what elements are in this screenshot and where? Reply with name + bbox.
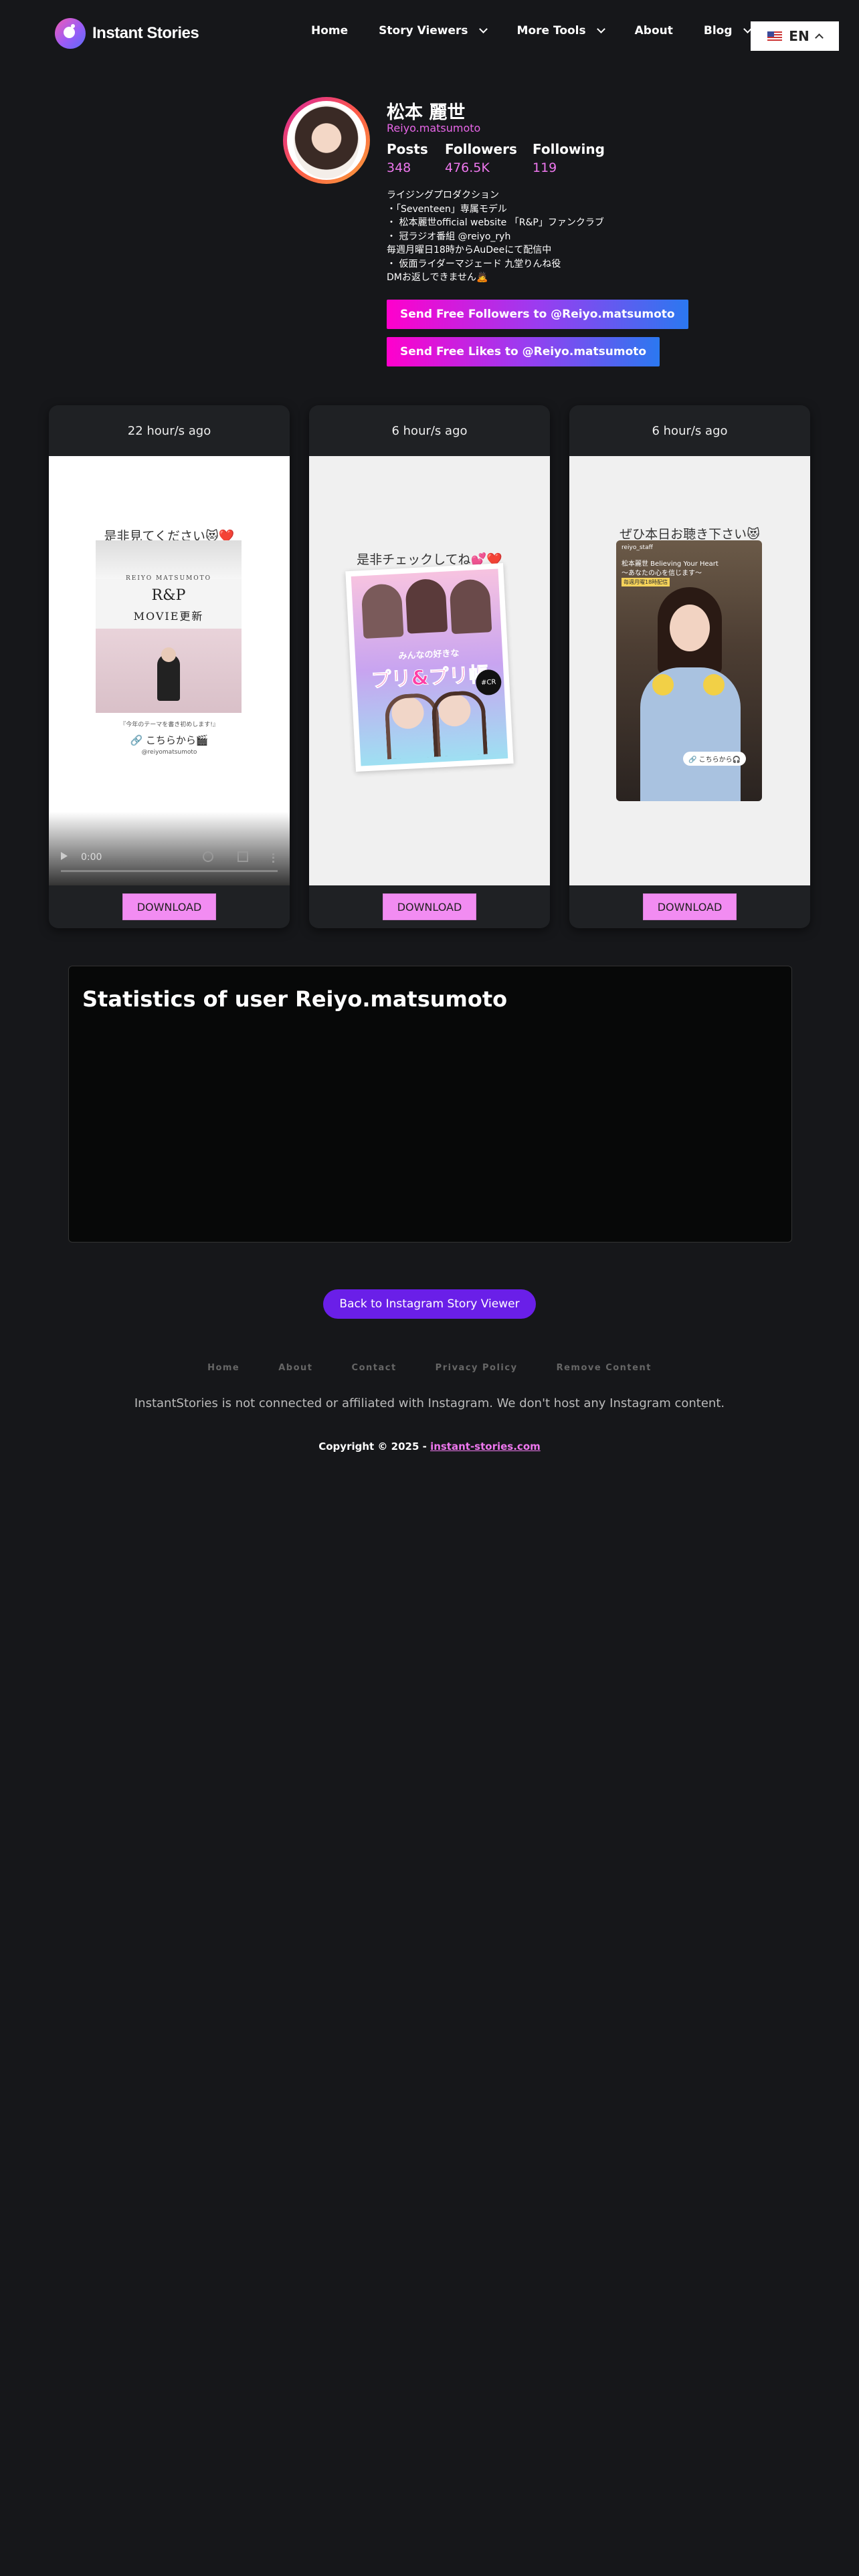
footer-link-contact[interactable]: Contact	[352, 1363, 397, 1373]
send-followers-button[interactable]: Send Free Followers to @Reiyo.matsumoto	[387, 300, 688, 329]
profile-username[interactable]: Reiyo.matsumoto	[387, 122, 480, 134]
nav-blog-label: Blog	[703, 24, 733, 37]
following-label: Following	[533, 141, 605, 157]
chevron-down-icon	[596, 25, 605, 33]
footer-nav: Home About Contact Privacy Policy Remove…	[0, 1363, 859, 1373]
send-likes-button[interactable]: Send Free Likes to @Reiyo.matsumoto	[387, 337, 660, 366]
rp-logo: R&P	[151, 587, 186, 604]
language-selector[interactable]: EN	[751, 21, 839, 51]
story-time: 6 hour/s ago	[569, 405, 810, 457]
thumb-text3: 毎週月曜18時配信	[622, 578, 670, 586]
story-time: 22 hour/s ago	[49, 405, 290, 457]
profile-bio: ライジングプロダクション ・「Seventeen」専属モデル ・ 松本麗世off…	[387, 190, 604, 283]
footer-copyright: Copyright © 2025 - instant-stories.com	[0, 1440, 859, 1453]
main-menu: Home Story Viewers More Tools About Blog…	[311, 24, 820, 37]
more-options-icon[interactable]	[272, 853, 276, 863]
language-label: EN	[789, 28, 809, 44]
copyright-link[interactable]: instant-stories.com	[430, 1440, 541, 1453]
nav-story-viewers-label: Story Viewers	[379, 24, 468, 37]
story-caption: 是非チェックしてね💕❤️	[357, 552, 502, 567]
profile-avatar	[283, 97, 370, 184]
movie-title: MOVIE更新	[133, 610, 204, 623]
thumb-text2: 〜あなたの心を信じます〜	[622, 570, 702, 577]
posts-count: 348	[387, 160, 411, 175]
logo-icon	[55, 18, 86, 49]
story-card: 6 hour/s ago 是非チェックしてね💕❤️ みんなの好きな プリ&プリ帳…	[309, 405, 550, 928]
footer-link-privacy[interactable]: Privacy Policy	[436, 1363, 518, 1373]
chevron-down-icon	[478, 25, 488, 33]
followers-label: Followers	[445, 141, 517, 157]
profile-name: 松本 麗世	[387, 102, 466, 123]
download-button[interactable]: DOWNLOAD	[122, 893, 216, 920]
movie-sub: 『今年のテーマを書き初めします!』	[120, 722, 219, 728]
nav-about-label: About	[634, 24, 673, 37]
volume-icon[interactable]	[203, 851, 213, 862]
story-time: 6 hour/s ago	[309, 405, 550, 457]
followers-count: 476.5K	[445, 160, 490, 175]
site-logo[interactable]: Instant Stories	[55, 18, 199, 49]
play-icon[interactable]	[61, 852, 68, 860]
download-button[interactable]: DOWNLOAD	[383, 893, 476, 920]
nav-more-tools-label: More Tools	[516, 24, 586, 37]
top-navbar: Instant Stories Home Story Viewers More …	[0, 0, 859, 67]
thumb-text1: 松本麗世 Believing Your Heart	[622, 560, 719, 568]
chevron-up-icon	[814, 33, 824, 42]
video-progress-bar[interactable]	[61, 870, 278, 872]
nav-story-viewers[interactable]: Story Viewers	[379, 24, 488, 37]
story-thumbnail: REIYO MATSUMOTO R&P MOVIE更新	[96, 540, 242, 713]
avatar-image	[287, 101, 366, 180]
us-flag-icon	[767, 31, 783, 41]
thumb-handle: reiyo_staff	[622, 544, 653, 551]
nav-home[interactable]: Home	[311, 24, 348, 37]
download-button[interactable]: DOWNLOAD	[643, 893, 737, 920]
footer-link-about[interactable]: About	[278, 1363, 312, 1373]
statistics-title: Statistics of user Reiyo.matsumoto	[82, 986, 508, 1012]
thumb-link[interactable]: 🔗 こちらから🎧	[683, 752, 747, 766]
logo-text: Instant Stories	[92, 24, 199, 42]
nav-more-tools[interactable]: More Tools	[516, 24, 605, 37]
story-video[interactable]: 是非見てください😻❤️ REIYO MATSUMOTO R&P MOVIE更新 …	[49, 456, 290, 885]
posts-label: Posts	[387, 141, 428, 157]
footer-link-home[interactable]: Home	[207, 1363, 240, 1373]
nav-blog[interactable]: Blog	[703, 24, 752, 37]
story-image[interactable]: 是非チェックしてね💕❤️ みんなの好きな プリ&プリ帳 #CR	[309, 456, 550, 885]
nav-about[interactable]: About	[635, 24, 673, 37]
following-count: 119	[533, 160, 557, 175]
story-thumbnail: みんなの好きな プリ&プリ帳 #CR	[345, 563, 514, 772]
brand-text: REIYO MATSUMOTO	[125, 575, 212, 582]
story-card: 22 hour/s ago 是非見てください😻❤️ REIYO MATSUMOT…	[49, 405, 290, 928]
back-to-viewer-button[interactable]: Back to Instagram Story Viewer	[323, 1289, 536, 1319]
copyright-text: Copyright © 2025 -	[318, 1440, 431, 1453]
video-controls: 0:00	[49, 812, 290, 885]
video-time: 0:00	[81, 852, 102, 863]
statistics-panel: Statistics of user Reiyo.matsumoto	[68, 966, 792, 1243]
story-caption: ぜひ本日お聴き下さい😻	[619, 527, 760, 542]
story-card: 6 hour/s ago ぜひ本日お聴き下さい😻 reiyo_staff 松本麗…	[569, 405, 810, 928]
footer-link-remove-content[interactable]: Remove Content	[557, 1363, 652, 1373]
story-image[interactable]: ぜひ本日お聴き下さい😻 reiyo_staff 松本麗世 Believing Y…	[569, 456, 810, 885]
footer-disclaimer: InstantStories is not connected or affil…	[134, 1396, 725, 1410]
nav-home-label: Home	[311, 24, 349, 37]
story-handle: @reiyomatsumoto	[141, 749, 197, 756]
story-link[interactable]: 🔗 こちらから🎬	[49, 733, 290, 747]
story-thumbnail: reiyo_staff 松本麗世 Believing Your Heart 〜あ…	[616, 540, 762, 801]
fullscreen-icon[interactable]	[237, 851, 248, 862]
